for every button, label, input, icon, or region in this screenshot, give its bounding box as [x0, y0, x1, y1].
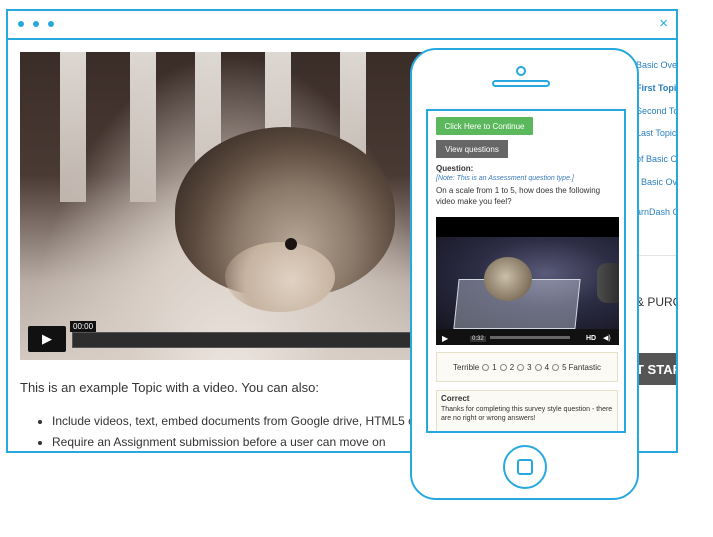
rating-radio[interactable] — [499, 363, 507, 371]
rating-scale: Terrible 1 2 3 4 5 Fantastic — [436, 352, 618, 382]
hedgehog-eye — [285, 238, 297, 250]
hedgehog-image — [484, 257, 532, 301]
video-timeline[interactable] — [72, 332, 440, 348]
play-icon[interactable]: ▶ — [442, 334, 448, 343]
topic-video[interactable]: 00:00 ▶ — [20, 52, 440, 360]
question-video[interactable]: ▶ 0:32 HD ◀) — [436, 217, 619, 345]
sidebar-item[interactable]: arnDash Ov — [636, 207, 676, 217]
window-dot-icon — [33, 21, 39, 27]
rating-radio[interactable] — [517, 363, 525, 371]
divider — [636, 255, 676, 256]
sidebar-item[interactable]: Last Topic — [636, 128, 676, 138]
start-button-label: T START — [636, 361, 676, 377]
play-icon: ▶ — [42, 331, 52, 346]
hedgehog-face — [225, 242, 335, 312]
question-note: [Note: This is an Assessment question ty… — [436, 175, 574, 182]
rating-low-label: Terrible — [453, 362, 480, 372]
topic-intro-text: This is an example Topic with a video. Y… — [20, 380, 319, 395]
rating-high-label: Fantastic — [568, 362, 601, 372]
speaker-icon — [492, 80, 550, 87]
video-background — [436, 237, 619, 329]
video-time: 00:00 — [70, 321, 97, 332]
purchase-heading: & PURC — [636, 295, 678, 309]
home-button[interactable] — [503, 445, 547, 489]
sidebar-item[interactable]: f Basic Over — [636, 177, 676, 187]
sidebar-item-first-topic[interactable]: First Topic — [636, 83, 676, 93]
window-dot-icon — [18, 21, 24, 27]
start-button[interactable]: T START — [636, 353, 676, 385]
sidebar-item[interactable]: Basic Overv — [636, 60, 676, 70]
feedback-text: Thanks for completing this survey style … — [441, 406, 613, 422]
continue-button-label: Click Here to Continue — [444, 121, 525, 131]
question-text: On a scale from 1 to 5, how does the fol… — [436, 186, 601, 206]
continue-button[interactable]: Click Here to Continue — [436, 117, 533, 135]
feedback-title: Correct — [441, 394, 470, 403]
rating-option: 3 — [527, 362, 532, 372]
browser-title-bar: × — [8, 11, 676, 40]
home-icon — [517, 459, 533, 475]
answer-feedback: Correct Thanks for completing this surve… — [436, 390, 618, 431]
rating-radio[interactable] — [534, 363, 542, 371]
topic-bullet-list: Include videos, text, embed documents fr… — [36, 414, 444, 451]
phone-screen: Click Here to Continue View questions Qu… — [426, 109, 626, 433]
video-controls: ▶ 0:32 HD ◀) — [436, 329, 619, 345]
rating-option: 2 — [509, 362, 515, 372]
video-time: 0:32 — [470, 336, 486, 342]
sidebar-item[interactable]: Second Top — [636, 106, 676, 116]
volume-icon[interactable]: ◀) — [603, 334, 611, 342]
video-controls: 00:00 ▶ — [20, 321, 440, 360]
play-button[interactable]: ▶ — [28, 326, 66, 352]
view-questions-button[interactable]: View questions — [436, 140, 508, 158]
hd-icon[interactable]: HD — [586, 335, 596, 342]
rating-option: 5 — [562, 362, 567, 372]
video-timeline[interactable] — [490, 336, 570, 339]
question-label: Question: — [436, 164, 474, 173]
list-item: Include videos, text, embed documents fr… — [52, 414, 444, 428]
video-background — [60, 52, 86, 202]
view-questions-label: View questions — [445, 144, 499, 154]
video-background — [130, 52, 156, 202]
rating-radio[interactable] — [552, 363, 560, 371]
rating-radio[interactable] — [482, 363, 490, 371]
course-sidebar: Basic Overv First Topic Second Top Last … — [636, 43, 678, 451]
sidebar-item[interactable]: of Basic Ove — [636, 154, 676, 164]
rating-option: 4 — [544, 362, 550, 372]
phone-frame: Click Here to Continue View questions Qu… — [410, 48, 639, 500]
camera-icon — [516, 66, 526, 76]
close-icon[interactable]: × — [659, 15, 668, 32]
rating-option: 1 — [492, 362, 497, 372]
list-item: Require an Assignment submission before … — [52, 435, 444, 449]
window-dot-icon — [48, 21, 54, 27]
cat-image — [597, 263, 619, 303]
